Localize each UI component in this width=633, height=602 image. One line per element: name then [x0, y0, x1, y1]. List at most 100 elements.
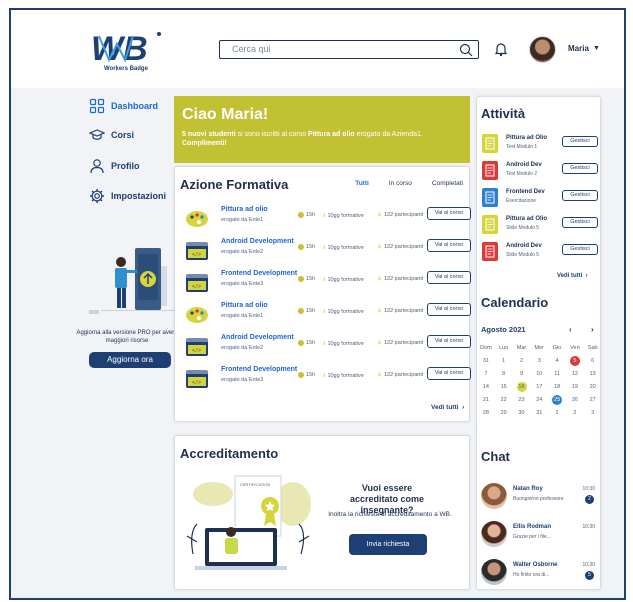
calendar-week: 7 8 9 10 11 12 13 [477, 368, 602, 381]
chat-item[interactable]: Walter Osborne Ho finito ora di... 10:30 5 [481, 559, 599, 589]
see-all-activities-link[interactable]: Vedi tutti › [557, 273, 588, 279]
calendar-day[interactable]: 9 [513, 368, 531, 381]
calendar-day[interactable]: 1 [548, 407, 566, 420]
manage-button[interactable]: Gestisci [562, 163, 598, 174]
calendar-day[interactable]: 17 [530, 381, 548, 394]
calendar-day[interactable]: 31 [530, 407, 548, 420]
chevron-left-icon[interactable]: ‹ [569, 325, 572, 334]
wb-logo[interactable]: WB Workers Badge [89, 26, 169, 78]
activity-title: Frontend Dev [506, 189, 545, 195]
bell-icon[interactable] [493, 41, 509, 57]
calendar-day[interactable]: 19 [566, 381, 584, 394]
calendar-day[interactable]: 27 [584, 394, 602, 407]
sidebar-item-profilo[interactable]: Profilo [89, 158, 140, 174]
calendar-day[interactable]: 6 [584, 355, 602, 368]
calendar-day[interactable]: 14 [477, 381, 495, 394]
user-name[interactable]: Maria [568, 44, 589, 53]
download-icon: ⤓ [323, 244, 326, 250]
clock-icon [298, 244, 304, 250]
svg-text:</>: </> [192, 380, 201, 386]
search-icon[interactable] [458, 42, 474, 58]
calendar-day[interactable]: 24 [530, 394, 548, 407]
calendar-day[interactable]: 21 [477, 394, 495, 407]
calendar-day[interactable]: 7 [477, 368, 495, 381]
calendar-day[interactable]: 12 [566, 368, 584, 381]
activity-subtitle: Test Modulo 2 [506, 171, 538, 177]
calendar-day[interactable]: 29 [495, 407, 513, 420]
course-title[interactable]: Pittura ad olio [221, 206, 268, 213]
calendar-day[interactable]: 15 [495, 381, 513, 394]
manage-button[interactable]: Gestisci [562, 190, 598, 201]
chat-item[interactable]: Ellis Rodman Grazie per i file... 10:30 [481, 521, 599, 551]
calendar-day[interactable]: 28 [477, 407, 495, 420]
send-request-button[interactable]: Invia richiesta [349, 534, 427, 555]
search-box[interactable]: Cerca qui [219, 40, 479, 59]
manage-button[interactable]: Gestisci [562, 244, 598, 255]
sidebar-item-label: Dashboard [111, 101, 159, 111]
calendar-day[interactable]: 3 [530, 355, 548, 368]
calendar-day[interactable]: 30 [513, 407, 531, 420]
calendar-day[interactable]: 20 [584, 381, 602, 394]
calendar-day[interactable]: 31 [477, 355, 495, 368]
course-participants: ♙ 122 partecipanti [377, 212, 424, 218]
calendar-day[interactable]: 2 [513, 355, 531, 368]
palette-icon [185, 209, 209, 229]
accreditamento-card: Accreditamento CERTIFICATION Vuoi essere… [174, 435, 470, 590]
course-title[interactable]: Frontend Development [221, 270, 297, 277]
chat-item[interactable]: Natan Roy Buongiorno professore 10:30 2 [481, 483, 599, 513]
course-hours: 15h [298, 372, 315, 378]
user-avatar[interactable] [529, 36, 556, 63]
calendar-day[interactable]: 4 [548, 355, 566, 368]
manage-button[interactable]: Gestisci [562, 136, 598, 147]
calendar-day[interactable]: 5 [566, 355, 584, 368]
code-icon: </> [185, 273, 209, 293]
tab-completati[interactable]: Completati [432, 180, 463, 187]
calendar-day[interactable]: 1 [495, 355, 513, 368]
chat-preview: Buongiorno professore [513, 496, 564, 502]
go-to-course-button[interactable]: Vai al corso [427, 367, 471, 380]
calendar-day[interactable]: 3 [584, 407, 602, 420]
go-to-course-button[interactable]: Vai al corso [427, 207, 471, 220]
course-title[interactable]: Pittura ad olio [221, 302, 268, 309]
tab-in-corso[interactable]: In corso [389, 180, 412, 187]
sidebar-item-label: Profilo [111, 161, 140, 171]
calendar-day[interactable]: 18 [548, 381, 566, 394]
tab-tutti[interactable]: Tutti [355, 180, 369, 187]
go-to-course-button[interactable]: Vai al corso [427, 335, 471, 348]
calendar-day[interactable]: 13 [584, 368, 602, 381]
svg-text:</>: </> [192, 284, 201, 290]
sidebar-item-corsi[interactable]: Corsi [89, 127, 134, 143]
upgrade-button[interactable]: Aggiorna ora [89, 352, 171, 368]
chevron-right-icon[interactable]: › [591, 325, 594, 334]
sidebar-item-dashboard[interactable]: Dashboard [89, 98, 158, 114]
course-title[interactable]: Frontend Development [221, 366, 297, 373]
manage-button[interactable]: Gestisci [562, 217, 598, 228]
course-title[interactable]: Android Development [221, 238, 294, 245]
go-to-course-button[interactable]: Vai al corso [427, 271, 471, 284]
calendar-day[interactable]: 25 [548, 394, 566, 407]
clock-icon [298, 372, 304, 378]
calendar-day[interactable]: 10 [530, 368, 548, 381]
calendar-day[interactable]: 8 [495, 368, 513, 381]
calendar-day[interactable]: 16 [513, 381, 531, 394]
svg-text:</>: </> [192, 348, 201, 354]
go-to-course-button[interactable]: Vai al corso [427, 303, 471, 316]
section-title: Accreditamento [180, 446, 279, 461]
course-title[interactable]: Android Development [221, 334, 294, 341]
calendar-day[interactable]: 23 [513, 394, 531, 407]
see-all-courses-link[interactable]: Vedi tutti › [431, 404, 464, 411]
sidebar-item-label: Corsi [111, 130, 135, 140]
calendar-day[interactable]: 2 [566, 407, 584, 420]
chevron-down-icon[interactable]: ▼ [593, 45, 600, 52]
calendar-day[interactable]: 22 [495, 394, 513, 407]
calendar-day[interactable]: 11 [548, 368, 566, 381]
course-hours: 15h [298, 244, 315, 250]
activity-title: Pittura ad Olio [506, 135, 548, 141]
download-icon: ⤓ [323, 340, 326, 346]
course-provider: erogato da Ente2 [221, 345, 264, 351]
go-to-course-button[interactable]: Vai al corso [427, 239, 471, 252]
avatar [481, 483, 507, 509]
sidebar-item-impostazioni[interactable]: Impostazioni [89, 188, 166, 204]
svg-text:</>: </> [192, 252, 201, 258]
calendar-day[interactable]: 26 [566, 394, 584, 407]
